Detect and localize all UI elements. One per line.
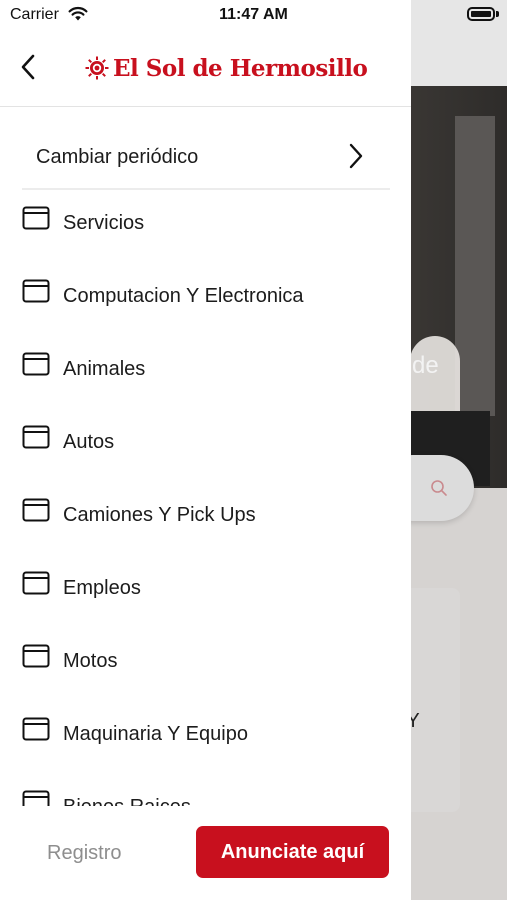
- category-menu-list[interactable]: Servicios Computacion Y Electronica Anim…: [0, 188, 411, 806]
- menu-item-maquinaria[interactable]: Maquinaria Y Equipo: [0, 699, 411, 759]
- browser-window-icon: [22, 279, 50, 303]
- back-arrow-icon[interactable]: [16, 52, 42, 82]
- menu-item-computacion[interactable]: Computacion Y Electronica: [0, 261, 411, 321]
- menu-item-servicios[interactable]: Servicios: [0, 188, 411, 248]
- browser-window-icon: [22, 206, 50, 230]
- change-newspaper-label: Cambiar periódico: [36, 146, 199, 168]
- menu-item-label: Animales: [63, 358, 146, 380]
- side-drawer: Carrier El Sol de Hermosillo Cambiar per…: [0, 0, 411, 900]
- change-newspaper-row[interactable]: Cambiar periódico: [22, 124, 390, 190]
- menu-item-label: Camiones Y Pick Ups: [63, 504, 256, 526]
- chevron-right-icon: [349, 143, 363, 169]
- menu-item-animales[interactable]: Animales: [0, 334, 411, 394]
- hero-window: [455, 116, 495, 416]
- drawer-header: El Sol de Hermosillo: [0, 30, 411, 107]
- menu-item-label: Motos: [63, 650, 118, 672]
- browser-window-icon: [22, 790, 50, 806]
- sun-logo-icon: [85, 56, 109, 80]
- register-link[interactable]: Registro: [47, 842, 121, 865]
- menu-item-label: Autos: [63, 431, 115, 453]
- logo-text: El Sol de Hermosillo: [113, 54, 368, 82]
- menu-item-empleos[interactable]: Empleos: [0, 553, 411, 613]
- browser-window-icon: [22, 571, 50, 595]
- post-ad-button[interactable]: Anunciate aquí: [196, 826, 389, 878]
- status-time: 11:47 AM: [219, 6, 288, 23]
- drawer-footer: Registro Anunciate aquí: [0, 806, 411, 900]
- menu-item-label: Servicios: [63, 212, 145, 234]
- browser-window-icon: [22, 425, 50, 449]
- newspaper-logo: El Sol de Hermosillo: [85, 50, 368, 86]
- menu-item-label: Empleos: [63, 577, 141, 599]
- menu-item-bienes-raices[interactable]: Bienes Raices: [0, 772, 411, 806]
- menu-item-label: Maquinaria Y Equipo: [63, 723, 248, 745]
- menu-item-autos[interactable]: Autos: [0, 407, 411, 467]
- search-icon: [431, 480, 447, 496]
- browser-window-icon: [22, 644, 50, 668]
- menu-item-label: Bienes Raices: [63, 796, 191, 806]
- browser-window-icon: [22, 352, 50, 376]
- menu-item-label: Computacion Y Electronica: [63, 285, 304, 307]
- menu-item-camiones[interactable]: Camiones Y Pick Ups: [0, 480, 411, 540]
- browser-window-icon: [22, 498, 50, 522]
- browser-window-icon: [22, 717, 50, 741]
- menu-item-motos[interactable]: Motos: [0, 626, 411, 686]
